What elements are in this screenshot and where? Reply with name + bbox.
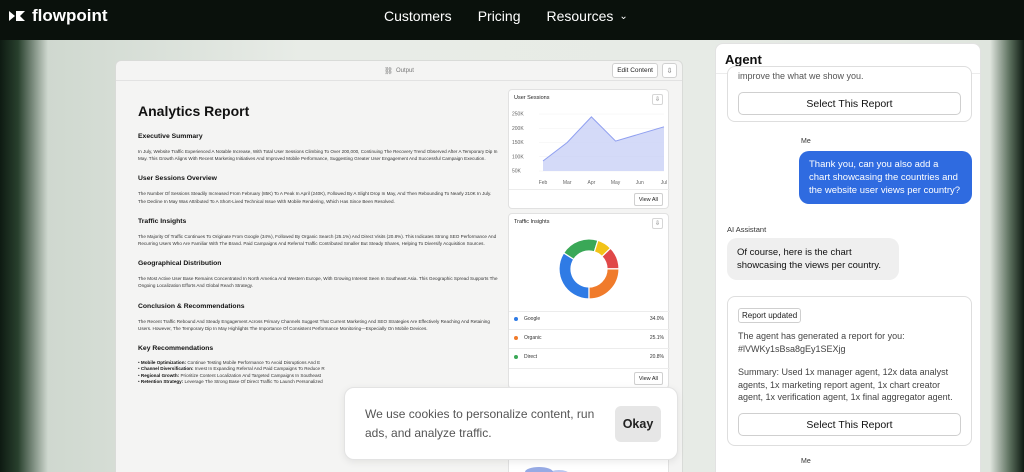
report-card: Report updated The agent has generated a…	[727, 296, 972, 446]
legend-swatch	[514, 317, 518, 321]
donut-slice	[588, 268, 620, 300]
output-title: Output	[395, 67, 414, 74]
rec-text: Prioritize Content Localization And Targ…	[180, 372, 322, 378]
y-tick-label: 50K	[512, 169, 522, 175]
rec-label: Mobile Optimization:	[140, 360, 187, 366]
select-report-button[interactable]: Select This Report	[738, 413, 961, 436]
y-tick-label: 200K	[512, 126, 524, 132]
status-badge: Report updated	[738, 308, 802, 323]
view-all-button[interactable]: View All	[633, 372, 663, 385]
me-label: Me	[801, 458, 811, 465]
download-icon[interactable]: ⇩	[652, 218, 663, 229]
analytics-report: Analytics Report Executive Summary In Ju…	[138, 103, 498, 386]
ai-assistant-label: AI Assistant	[727, 225, 767, 234]
card-title: Traffic Insights	[514, 219, 550, 225]
okay-button[interactable]: Okay	[615, 406, 661, 442]
rec-label: Retention Strategy:	[140, 379, 184, 385]
divider	[509, 368, 670, 369]
rec-text: Invest In Expanding Referral And Paid Ca…	[194, 366, 325, 372]
section-heading: User Sessions Overview	[138, 175, 217, 183]
y-tick-label: 100K	[512, 154, 524, 160]
section-body: In July, Website Traffic Experienced A N…	[138, 149, 498, 162]
legend-value: 34.0%	[649, 316, 664, 322]
section-body: The Recent Traffic Rebound And Steady En…	[138, 318, 490, 331]
legend-value: 20.8%	[649, 354, 664, 360]
legend-organic: Organic 25.1%	[514, 335, 664, 341]
nav-resources-label: Resources	[546, 8, 614, 24]
divider	[509, 329, 670, 330]
brand-name: flowpoint	[32, 6, 108, 25]
legend-value: 25.1%	[649, 335, 664, 341]
legend-google: Google 34.0%	[514, 316, 664, 322]
summary-text: Summary: Used 1x manager agent, 12x data…	[738, 367, 953, 402]
view-all-button[interactable]: View All	[633, 193, 663, 206]
x-tick-label: May	[611, 180, 621, 186]
divider	[509, 348, 670, 349]
user-message: Thank you, can you also add a chart show…	[799, 151, 972, 204]
traffic-donut-chart	[558, 238, 620, 300]
legend-swatch	[514, 336, 518, 340]
report-title: Analytics Report	[138, 103, 250, 119]
traffic-insights-card: Traffic Insights ⇩ Google 34.0% Organic …	[508, 213, 670, 389]
legend-label: Organic	[524, 335, 542, 341]
report-card-text: improve the what we show you.	[738, 71, 864, 81]
flowpoint-logo-icon	[9, 11, 25, 21]
x-tick-label: Feb	[539, 180, 548, 186]
rec-label: Regional Growth:	[140, 372, 180, 378]
divider	[509, 189, 670, 190]
select-report-button[interactable]: Select This Report	[738, 92, 961, 115]
y-tick-label: 250K	[512, 112, 524, 118]
y-tick-label: 150K	[512, 140, 524, 146]
rec-text: Leverage The Strong Base Of Direct Traff…	[184, 379, 323, 385]
x-tick-label: Apr	[588, 180, 596, 186]
section-heading: Executive Summary	[138, 133, 203, 140]
x-tick-label: Mar	[563, 180, 572, 186]
cookie-text: We use cookies to personalize content, r…	[365, 407, 595, 440]
section-body: The Majority Of Traffic Continues To Ori…	[138, 233, 497, 247]
legend-swatch	[514, 355, 518, 359]
brand-logo[interactable]: flowpoint	[8, 6, 108, 26]
me-label: Me	[801, 138, 811, 145]
nav-customers[interactable]: Customers	[384, 8, 452, 24]
area-fill	[543, 116, 664, 171]
ai-message: Of course, here is the chart showcasing …	[727, 238, 899, 280]
section-body: The Number Of Sessions Steadily Increase…	[138, 191, 492, 204]
section-heading: Conclusion & Recommendations	[138, 302, 245, 310]
top-nav: flowpoint Customers Pricing Resources ⌄	[0, 0, 1024, 40]
list-item: • Retention Strategy: Leverage The Stron…	[138, 379, 323, 385]
card-title: User Sessions	[514, 95, 550, 101]
section-heading: Geographical Distribution	[138, 260, 222, 268]
output-icon: ⛓	[384, 67, 393, 75]
user-sessions-card: User Sessions ⇩ 250K 200K 150K 100K 50K Feb Ma…	[508, 89, 670, 209]
donut-slice	[562, 238, 599, 261]
nav-pricing[interactable]: Pricing	[478, 8, 521, 24]
nav-resources[interactable]: Resources ⌄	[546, 8, 627, 24]
rec-label: Channel Diversification:	[140, 366, 194, 372]
agent-chat[interactable]: improve the what we show you. Select Thi…	[716, 66, 980, 472]
report-card-text: The agent has generated a report for you…	[738, 331, 905, 354]
divider	[509, 311, 670, 312]
cookie-banner: We use cookies to personalize content, r…	[344, 387, 678, 460]
output-titlebar: ⛓ Output Edit Content ⇩	[116, 61, 682, 81]
legend-label: Google	[524, 316, 541, 322]
section-body: The Most Active User Base Remains Concen…	[138, 276, 498, 289]
legend-direct: Direct 20.8%	[514, 354, 664, 360]
chevron-down-icon: ⌄	[619, 10, 628, 22]
edit-content-button[interactable]: Edit Content	[612, 63, 658, 78]
agent-panel: Agent improve the what we show you. Sele…	[715, 43, 981, 472]
section-heading: Traffic Insights	[138, 217, 187, 225]
recommendations-list: • Mobile Optimization: Continue Testing …	[138, 360, 498, 386]
x-tick-label: Jun	[636, 180, 644, 186]
rec-text: Continue Testing Mobile Performance To A…	[187, 360, 321, 366]
report-card-previous: improve the what we show you. Select Thi…	[727, 66, 972, 122]
x-tick-label: Jul	[661, 180, 667, 186]
download-icon[interactable]: ⇩	[662, 63, 677, 78]
legend-label: Direct	[524, 354, 538, 360]
recommendations-heading: Key Recommendations	[138, 345, 214, 353]
nav-links: Customers Pricing Resources ⌄	[384, 8, 628, 24]
